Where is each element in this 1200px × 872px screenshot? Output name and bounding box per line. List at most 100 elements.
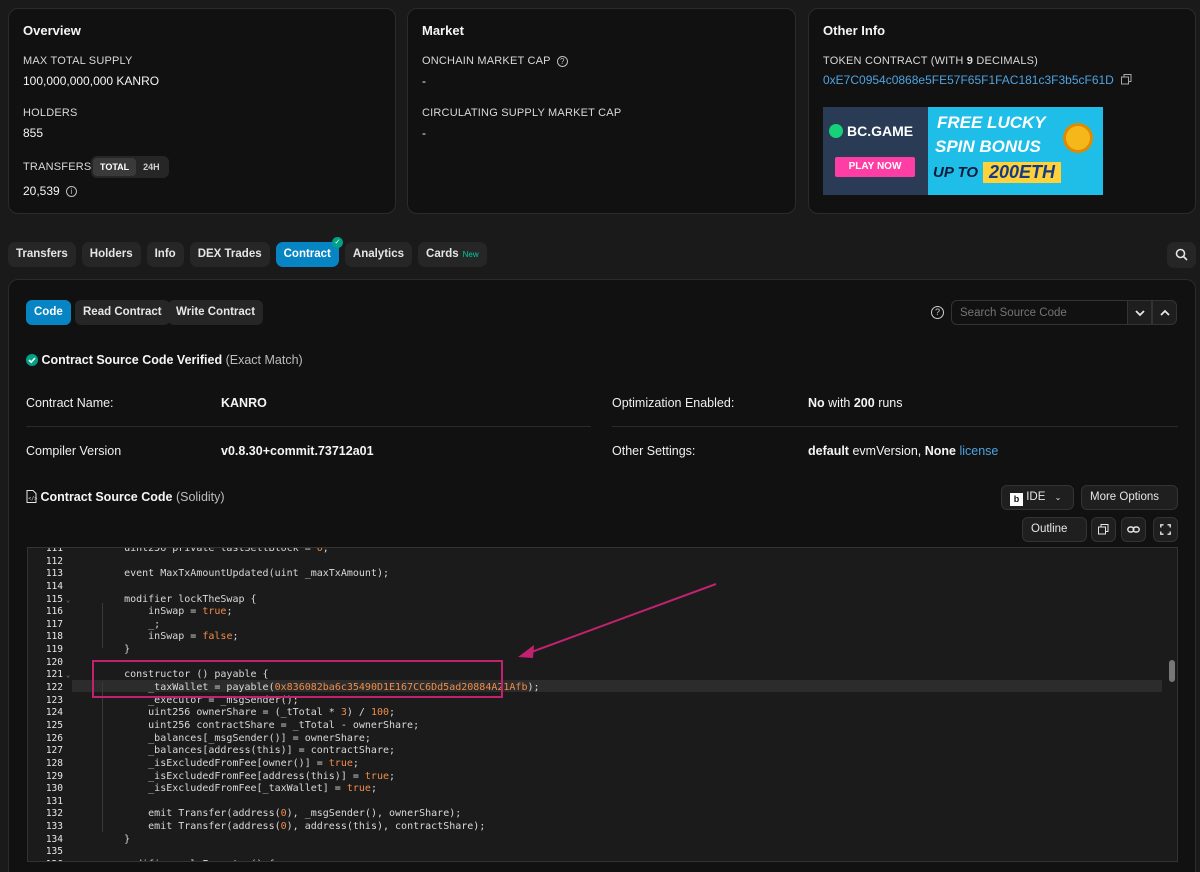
onchain-cap-value: - — [422, 74, 426, 88]
permalink-button[interactable] — [1121, 517, 1146, 542]
line-number: 132 — [45, 808, 63, 820]
line-text: _isExcludedFromFee[address(this)] = true… — [100, 770, 396, 782]
subtab-code[interactable]: Code — [26, 300, 71, 325]
ad-coin-icon — [1063, 123, 1093, 153]
ad-line3-prefix: UP TO — [933, 164, 979, 181]
contract-address-link[interactable]: 0xE7C0954c0868e5FE57F65F1FAC181c3F3b5cF6… — [823, 73, 1114, 87]
tab-holders[interactable]: Holders — [81, 242, 141, 267]
subtab-read-contract[interactable]: Read Contract — [75, 300, 170, 325]
ad-cta-button[interactable]: PLAY NOW — [835, 157, 915, 177]
max-supply-label: MAX TOTAL SUPPLY — [23, 55, 133, 67]
tab-contract[interactable]: Contract ✓ — [275, 237, 343, 267]
fullscreen-button[interactable] — [1153, 517, 1178, 542]
transfers-toggle[interactable]: TOTAL 24H — [91, 156, 169, 178]
search-icon — [1175, 248, 1188, 261]
code-line: 129 _isExcludedFromFee[address(this)] = … — [28, 771, 1177, 784]
line-number: 125 — [45, 719, 63, 731]
tab-info[interactable]: Info — [146, 242, 184, 267]
editor-scrollbar[interactable] — [1169, 660, 1175, 682]
line-text: _taxWallet = payable(0x836082ba6c35490D1… — [100, 682, 540, 694]
onchain-cap-label: ONCHAIN MARKET CAP ? — [422, 55, 568, 67]
question-icon[interactable]: ? — [556, 55, 568, 67]
code-editor[interactable]: 111 uint256 private lastSellBlock = 0; 11… — [27, 547, 1178, 862]
settings-label: Other Settings: — [612, 444, 696, 458]
line-number: 124 — [45, 707, 63, 719]
line-text: _balances[_msgSender()] = ownerShare; — [100, 732, 371, 744]
fold-icon[interactable]: ⌄ — [66, 669, 70, 682]
toggle-total[interactable]: TOTAL — [93, 158, 137, 176]
search-prev-button[interactable] — [1152, 300, 1177, 325]
line-number: 130 — [45, 783, 63, 795]
help-icon[interactable]: ? — [931, 306, 944, 319]
outline-dropdown[interactable]: Outline ⌄ — [1022, 517, 1087, 557]
code-line: 132 emit Transfer(address(0), _msgSender… — [28, 808, 1177, 821]
code-line: 126 _balances[_msgSender()] = ownerShare… — [28, 733, 1177, 746]
copy-icon[interactable] — [1121, 74, 1132, 85]
line-text: _isExcludedFromFee[owner()] = true; — [100, 757, 359, 769]
source-heading: </> Contract Source Code (Solidity) — [26, 490, 225, 504]
line-text: uint256 private lastSellBlock = 0; — [100, 547, 329, 554]
code-line: 111 uint256 private lastSellBlock = 0; — [28, 547, 1177, 556]
code-line: 119 } — [28, 644, 1177, 657]
line-number: 127 — [45, 745, 63, 757]
code-line: 135 — [28, 846, 1177, 859]
other-info-title: Other Info — [823, 23, 886, 38]
other-info-card: Other Info TOKEN CONTRACT (WITH 9 DECIMA… — [808, 8, 1196, 214]
search-button[interactable] — [1167, 242, 1196, 268]
code-line: 113 event MaxTxAmountUpdated(uint _maxTx… — [28, 568, 1177, 581]
license-link[interactable]: license — [959, 444, 998, 458]
code-line: 117 _; — [28, 619, 1177, 632]
line-text: _executor = _msgSender(); — [100, 694, 299, 706]
info-icon[interactable]: i — [66, 186, 78, 198]
tab-cards[interactable]: Cards New — [418, 242, 487, 267]
line-text: event MaxTxAmountUpdated(uint _maxTxAmou… — [100, 568, 389, 580]
ad-bg-left — [823, 107, 943, 195]
divider — [26, 426, 591, 427]
overview-card: Overview MAX TOTAL SUPPLY 100,000,000,00… — [8, 8, 396, 214]
code-line: 114 — [28, 581, 1177, 594]
token-contract-label: TOKEN CONTRACT (WITH 9 DECIMALS) — [823, 55, 1039, 67]
tab-analytics[interactable]: Analytics — [344, 242, 413, 267]
code-line: 130 _isExcludedFromFee[_taxWallet] = tru… — [28, 783, 1177, 796]
chevron-up-icon — [1160, 309, 1170, 316]
more-options-dropdown[interactable]: More Options ⌄ — [1081, 485, 1178, 525]
subtab-write-contract[interactable]: Write Contract — [168, 300, 264, 325]
ad-logo-icon — [829, 124, 843, 138]
svg-text:</>: </> — [28, 496, 37, 502]
copy-source-button[interactable] — [1091, 517, 1116, 542]
line-number: 112 — [45, 555, 63, 567]
line-number: 111 — [45, 547, 63, 554]
source-lang: (Solidity) — [175, 490, 225, 504]
contract-name-label: Contract Name: — [26, 396, 114, 410]
line-text: uint256 ownerShare = (_tTotal * 3) / 100… — [100, 707, 396, 719]
line-text: inSwap = true; — [100, 606, 233, 618]
line-text: constructor () payable { — [100, 669, 269, 681]
new-tag: New — [462, 250, 479, 259]
holders-label: HOLDERS — [23, 107, 78, 119]
ad-banner[interactable]: BC.GAME PLAY NOW FREE LUCKY SPIN BONUS U… — [823, 107, 1103, 195]
fold-icon[interactable]: ⌄ — [66, 594, 70, 607]
line-text: emit Transfer(address(0), address(this),… — [100, 821, 486, 833]
compiler-label: Compiler Version — [26, 444, 122, 458]
verified-title: Contract Source Code Verified — [41, 353, 223, 367]
code-line: 115 ⌄ modifier lockTheSwap { — [28, 594, 1177, 607]
check-circle-icon — [26, 354, 38, 366]
tab-dex-trades[interactable]: DEX Trades — [189, 242, 270, 267]
ad-brand: BC.GAME — [847, 123, 914, 139]
ad-line3-amount: 200ETH — [983, 162, 1062, 183]
toggle-24h[interactable]: 24H — [136, 158, 167, 176]
line-number: 133 — [45, 821, 63, 833]
ide-dropdown[interactable]: b IDE ⌄ — [1001, 485, 1074, 510]
line-number: 113 — [45, 568, 63, 580]
circ-cap-value: - — [422, 126, 426, 140]
line-number: 134 — [45, 833, 63, 845]
source-search-input[interactable] — [951, 300, 1128, 325]
search-next-button[interactable] — [1127, 300, 1152, 325]
line-number: 114 — [45, 580, 63, 592]
line-number: 128 — [45, 757, 63, 769]
market-title: Market — [422, 23, 464, 38]
code-line: 122 _taxWallet = payable(0x836082ba6c354… — [28, 682, 1177, 695]
tab-transfers[interactable]: Transfers — [8, 242, 76, 267]
source-title: Contract Source Code — [40, 490, 173, 504]
line-text: modifier onlyExecutor() { — [100, 859, 275, 861]
